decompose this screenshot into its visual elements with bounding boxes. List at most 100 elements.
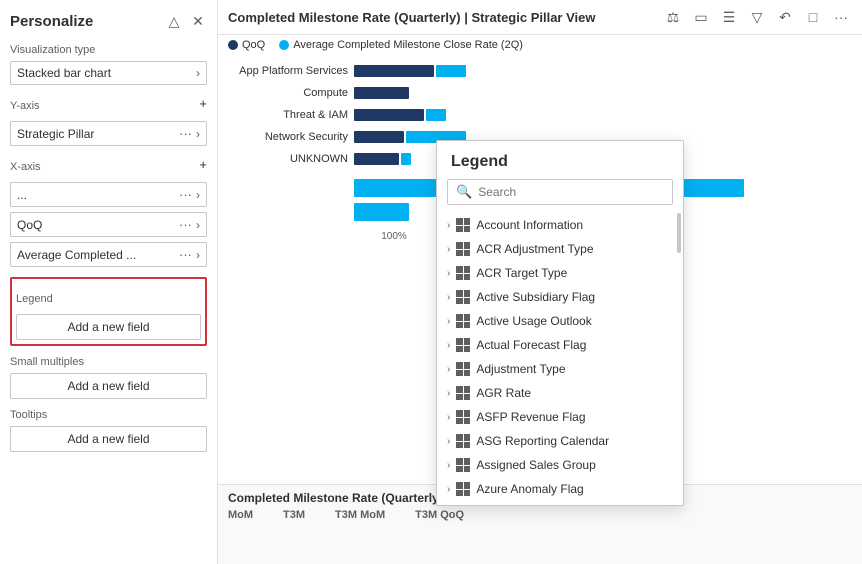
list-item[interactable]: › ACR Adjustment Type: [437, 237, 683, 261]
list-item[interactable]: › ASFP Revenue Flag: [437, 405, 683, 429]
legend-item-qoq: QoQ: [228, 39, 265, 51]
table-row: App Platform Services: [228, 63, 852, 79]
scrollbar[interactable]: [677, 213, 681, 253]
grid-icon: [456, 314, 470, 328]
small-multiples-add-button[interactable]: Add a new field: [10, 373, 207, 399]
list-item[interactable]: › AGR Rate: [437, 381, 683, 405]
legend-label: Legend: [16, 293, 53, 305]
tooltips-section: Tooltips Add a new field: [10, 409, 207, 452]
x-axis-header: X-axis +: [10, 151, 207, 178]
viz-type-label: Visualization type: [10, 44, 207, 56]
x-axis-item1-more-icon[interactable]: ···: [179, 187, 192, 202]
avg-label: Average Completed Milestone Close Rate (…: [293, 39, 523, 51]
tooltips-label: Tooltips: [10, 409, 207, 421]
copy-icon[interactable]: ▭: [690, 6, 712, 28]
list-item[interactable]: › Active Usage Outlook: [437, 309, 683, 333]
list-item[interactable]: › Active Subsidiary Flag: [437, 285, 683, 309]
y-axis-header: Y-axis +: [10, 90, 207, 117]
filter-icon[interactable]: ⚖: [662, 6, 684, 28]
x-axis-label: X-axis: [10, 161, 41, 173]
chart-legend: QoQ Average Completed Milestone Close Ra…: [218, 35, 862, 55]
grid-icon: [456, 458, 470, 472]
table-row: Threat & IAM: [228, 107, 852, 123]
spotlight-icon[interactable]: ▽: [746, 6, 768, 28]
x-axis-item3-more-icon[interactable]: ···: [179, 247, 192, 262]
x-axis-item3-value: Average Completed ...: [17, 248, 179, 262]
bar-label: Threat & IAM: [228, 109, 348, 121]
item-label: Adjustment Type: [476, 362, 565, 376]
item-label: ACR Target Type: [476, 266, 567, 280]
legend-add-button[interactable]: Add a new field: [16, 314, 201, 340]
grid-icon: [456, 386, 470, 400]
x-axis-item2-more-icon[interactable]: ···: [179, 217, 192, 232]
item-label: Actual Forecast Flag: [476, 338, 586, 352]
list-item[interactable]: › Assigned Sales Group: [437, 453, 683, 477]
bar-label: UNKNOWN: [228, 153, 348, 165]
x-axis-add-icon[interactable]: +: [199, 157, 207, 172]
chart-header: Completed Milestone Rate (Quarterly) | S…: [218, 0, 862, 35]
item-label: Active Usage Outlook: [476, 314, 591, 328]
y-axis-dropdown[interactable]: Strategic Pillar ··· ›: [10, 121, 207, 146]
viz-type-chevron-icon: ›: [196, 66, 200, 80]
search-input[interactable]: [478, 185, 664, 199]
viz-type-value: Stacked bar chart: [17, 66, 196, 80]
legend-item-avg: Average Completed Milestone Close Rate (…: [279, 39, 523, 51]
help-icon[interactable]: △: [165, 12, 183, 30]
legend-search-box[interactable]: 🔍: [447, 179, 673, 205]
col-t3m-mom: T3M MoM: [335, 509, 385, 521]
item-chevron-icon: ›: [447, 388, 450, 399]
list-item[interactable]: › ASG Reporting Calendar: [437, 429, 683, 453]
item-chevron-icon: ›: [447, 268, 450, 279]
col-mom: MoM: [228, 509, 253, 521]
item-label: ASG Reporting Calendar: [476, 434, 609, 448]
x-axis-item-2[interactable]: QoQ ··· ›: [10, 212, 207, 237]
bar-container: [354, 85, 409, 101]
item-chevron-icon: ›: [447, 460, 450, 471]
list-item[interactable]: › Azure Anomaly Flag: [437, 477, 683, 501]
bar-blue: [436, 65, 466, 77]
list-item[interactable]: › Adjustment Type: [437, 357, 683, 381]
list-item[interactable]: › Actual Forecast Flag: [437, 333, 683, 357]
item-label: ASFP Revenue Flag: [476, 410, 585, 424]
legend-dropdown: Legend 🔍 › Account Information › ACR Adj…: [436, 140, 684, 506]
table-icon[interactable]: ☰: [718, 6, 740, 28]
x-axis-item-3[interactable]: Average Completed ... ··· ›: [10, 242, 207, 267]
item-chevron-icon: ›: [447, 484, 450, 495]
bar-dark: [354, 131, 404, 143]
bar-dark: [354, 65, 434, 77]
bar-label: Compute: [228, 87, 348, 99]
bar-container: [354, 107, 446, 123]
list-item[interactable]: › ACR Target Type: [437, 261, 683, 285]
search-icon: 🔍: [456, 184, 472, 200]
bar-blue: [401, 153, 411, 165]
bar-label: Network Security: [228, 131, 348, 143]
x-axis-item-1[interactable]: ... ··· ›: [10, 182, 207, 207]
undo-icon[interactable]: ↶: [774, 6, 796, 28]
close-icon[interactable]: ✕: [189, 12, 207, 30]
grid-icon: [456, 434, 470, 448]
col-t3m: T3M: [283, 509, 305, 521]
x-axis-item3-chevron-icon: ›: [196, 248, 200, 262]
avg-dot: [279, 40, 289, 50]
item-chevron-icon: ›: [447, 340, 450, 351]
grid-icon: [456, 242, 470, 256]
bar-dark: [354, 109, 424, 121]
y-axis-add-icon[interactable]: +: [199, 96, 207, 111]
viz-type-dropdown[interactable]: Stacked bar chart ›: [10, 61, 207, 85]
x-axis-item1-chevron-icon: ›: [196, 188, 200, 202]
more-icon[interactable]: ···: [830, 6, 852, 28]
x-axis-item2-value: QoQ: [17, 218, 179, 232]
panel-title: Personalize: [10, 13, 93, 30]
grid-icon: [456, 410, 470, 424]
col-t3m-qoq: T3M QoQ: [415, 509, 464, 521]
item-label: Assigned Sales Group: [476, 458, 595, 472]
chart-panel: Completed Milestone Rate (Quarterly) | S…: [218, 0, 862, 564]
item-chevron-icon: ›: [447, 220, 450, 231]
tooltips-add-button[interactable]: Add a new field: [10, 426, 207, 452]
small-multiples-label: Small multiples: [10, 356, 207, 368]
item-label: Active Subsidiary Flag: [476, 290, 595, 304]
y-axis-more-icon[interactable]: ···: [179, 126, 192, 141]
list-item[interactable]: › Account Information: [437, 213, 683, 237]
expand-icon[interactable]: □: [802, 6, 824, 28]
legend-dropdown-title: Legend: [437, 141, 683, 179]
